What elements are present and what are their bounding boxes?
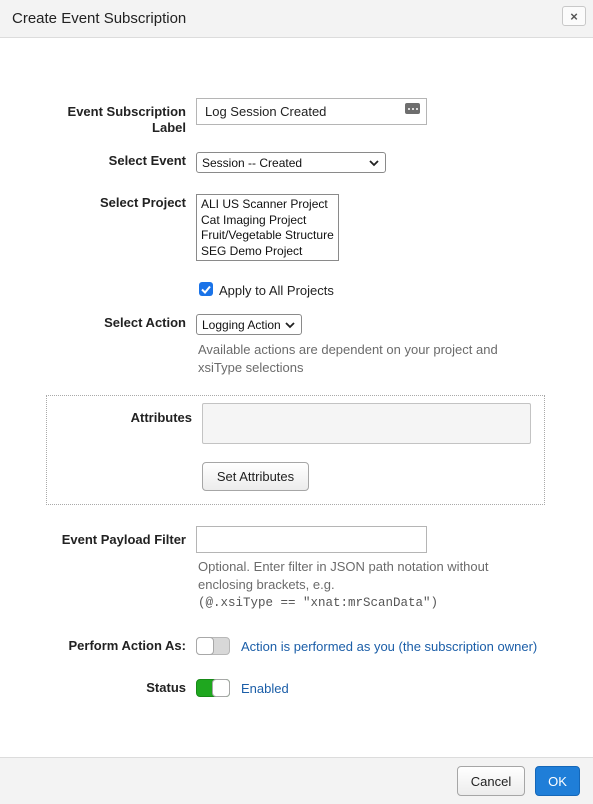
close-icon: × [570,8,578,24]
select-action-value: Logging Action [202,317,281,332]
select-action-dropdown[interactable]: Logging Action [196,314,302,335]
action-help-line: Available actions are dependent on your … [198,342,498,357]
cancel-button[interactable]: Cancel [457,766,525,796]
subscription-label-label-line2: Label [152,120,186,135]
perform-as-text: Action is performed as you (the subscrip… [241,639,538,654]
project-option[interactable]: Cat Imaging Project [197,213,338,229]
set-attributes-button[interactable]: Set Attributes [202,462,309,491]
subscription-label-label-line1: Event Subscription [67,104,186,119]
project-option[interactable]: SEG Demo Project [197,244,338,260]
apply-all-checkbox[interactable] [199,282,213,296]
payload-help-line: Optional. Enter filter in JSON path nota… [198,559,489,574]
payload-filter-input[interactable] [196,526,427,553]
select-event-label: Select Event [108,153,186,168]
toggle-knob [212,679,230,697]
status-text: Enabled [241,681,289,696]
attributes-label: Attributes [130,410,192,425]
dialog-title: Create Event Subscription [12,10,187,27]
payload-filter-label: Event Payload Filter [61,532,186,547]
apply-all-label[interactable]: Apply to All Projects [219,283,334,298]
project-option[interactable]: ALI US Scanner Project [197,197,338,213]
select-project-label: Select Project [100,195,186,210]
payload-help-code: (@.xsiType == "xnat:mrScanData") [198,596,439,610]
perform-as-toggle[interactable] [196,637,230,655]
more-options-icon[interactable] [405,103,420,114]
dialog-titlebar: Create Event Subscription × [0,0,593,38]
chevron-down-icon [369,159,379,166]
select-project-listbox[interactable]: ALI US Scanner Project Cat Imaging Proje… [196,194,339,261]
checkmark-icon [201,285,211,294]
action-help-text: Available actions are dependent on your … [198,341,498,377]
select-event-dropdown[interactable]: Session -- Created [196,152,386,173]
attributes-textarea[interactable] [202,403,531,444]
payload-filter-help-text: Optional. Enter filter in JSON path nota… [198,558,489,612]
subscription-label-input[interactable] [196,98,427,125]
toggle-knob [196,637,214,655]
perform-as-label: Perform Action As: [68,638,187,653]
project-option[interactable]: Fruit/Vegetable Structure [197,228,338,244]
ok-button[interactable]: OK [535,766,580,796]
chevron-down-icon [285,321,295,328]
subscription-label-label: Event Subscription Label [8,104,186,136]
status-label: Status [146,680,186,695]
action-help-line: xsiType selections [198,360,304,375]
close-button[interactable]: × [562,6,586,26]
payload-help-line: enclosing brackets, e.g. [198,577,335,592]
select-action-label: Select Action [104,315,186,330]
status-toggle[interactable] [196,679,230,697]
select-event-value: Session -- Created [202,155,303,170]
